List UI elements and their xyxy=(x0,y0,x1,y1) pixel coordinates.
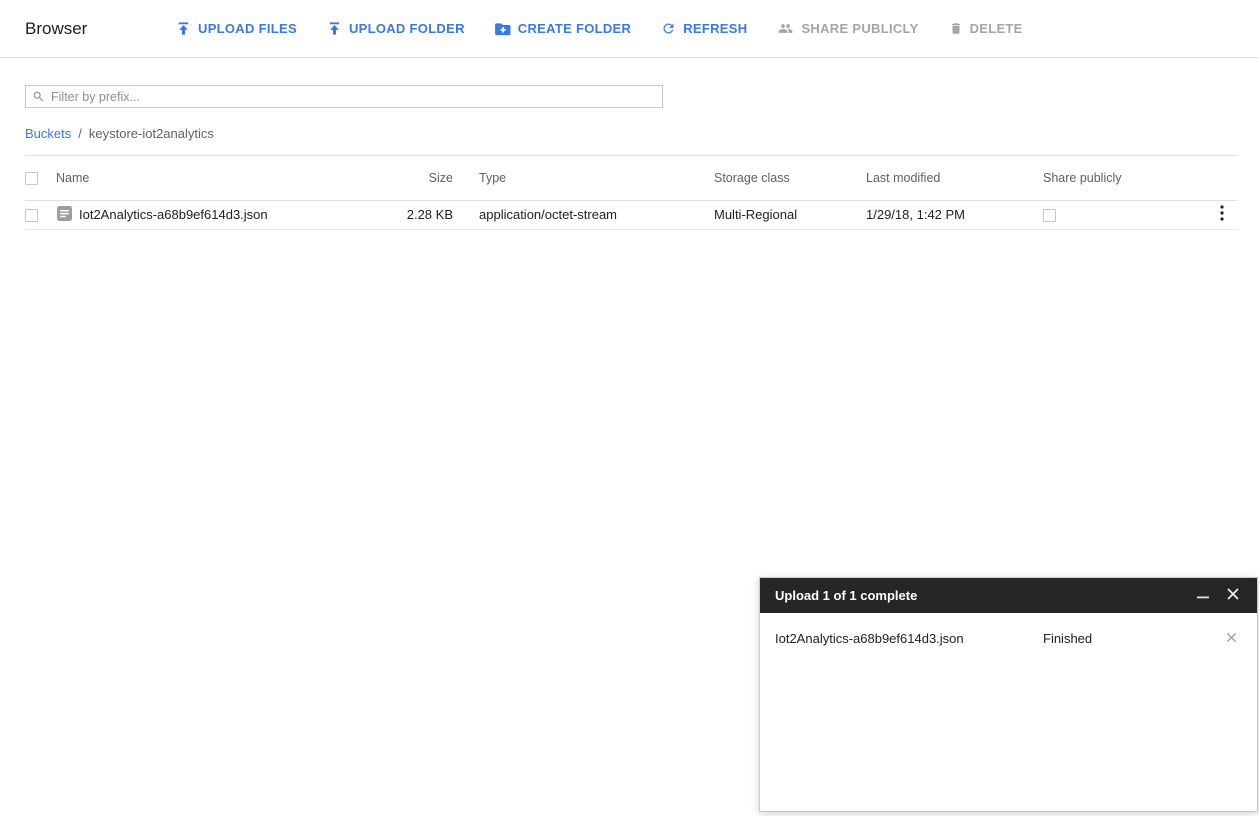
upload-folder-button[interactable]: UPLOAD FOLDER xyxy=(319,15,473,42)
object-type: application/octet-stream xyxy=(453,200,714,230)
close-icon xyxy=(1226,631,1237,646)
trash-icon xyxy=(949,21,963,36)
object-storage-class: Multi-Regional xyxy=(714,200,866,230)
minimize-icon xyxy=(1196,587,1210,604)
breadcrumb-current-bucket: keystore-iot2analytics xyxy=(88,126,214,141)
column-header-last-modified[interactable]: Last modified xyxy=(866,156,1043,201)
people-icon xyxy=(777,21,794,36)
toolbar-buttons: UPLOAD FILES UPLOAD FOLDER CREATE FOLDER… xyxy=(168,15,1045,42)
share-publicly-button[interactable]: SHARE PUBLICLY xyxy=(769,15,926,42)
upload-folder-label: UPLOAD FOLDER xyxy=(348,21,465,36)
filter-box xyxy=(25,85,663,108)
object-last-modified: 1/29/18, 1:42 PM xyxy=(866,200,1043,230)
create-folder-icon xyxy=(494,22,511,36)
table-header-row: Name Size Type Storage class Last modifi… xyxy=(25,156,1237,201)
upload-icon xyxy=(327,21,342,36)
refresh-icon xyxy=(661,21,676,36)
close-dialog-button[interactable] xyxy=(1221,584,1245,608)
refresh-button[interactable]: REFRESH xyxy=(653,15,755,42)
dismiss-upload-item-button[interactable] xyxy=(1219,626,1243,650)
storage-browser-page: Browser UPLOAD FILES UPLOAD FOLDER CREAT… xyxy=(0,0,1259,816)
column-header-type[interactable]: Type xyxy=(453,156,714,201)
row-checkbox[interactable] xyxy=(25,209,38,223)
filter-input[interactable] xyxy=(51,89,656,104)
column-header-storage-class[interactable]: Storage class xyxy=(714,156,866,201)
upload-files-button[interactable]: UPLOAD FILES xyxy=(168,15,305,42)
breadcrumb-buckets-link[interactable]: Buckets xyxy=(25,126,71,141)
share-publicly-label: SHARE PUBLICLY xyxy=(801,21,919,36)
page-title: Browser xyxy=(25,18,88,38)
breadcrumb: Buckets / keystore-iot2analytics xyxy=(25,126,1259,141)
column-header-size[interactable]: Size xyxy=(388,156,453,201)
object-name-link[interactable]: Iot2Analytics-a68b9ef614d3.json xyxy=(79,207,268,222)
column-header-name[interactable]: Name xyxy=(56,156,388,201)
minimize-button[interactable] xyxy=(1191,584,1215,608)
refresh-label: REFRESH xyxy=(683,21,748,36)
objects-table: Name Size Type Storage class Last modifi… xyxy=(25,156,1237,230)
create-folder-label: CREATE FOLDER xyxy=(517,21,632,36)
upload-dialog-title: Upload 1 of 1 complete xyxy=(775,588,918,603)
share-publicly-checkbox[interactable] xyxy=(1043,209,1056,223)
upload-progress-dialog: Upload 1 of 1 complete Iot2Analytics-a68… xyxy=(759,577,1258,812)
search-icon xyxy=(32,90,45,103)
table-row[interactable]: Iot2Analytics-a68b9ef614d3.json 2.28 KB … xyxy=(25,200,1237,230)
main-content: Buckets / keystore-iot2analytics Name Si… xyxy=(0,85,1259,230)
upload-item-name: Iot2Analytics-a68b9ef614d3.json xyxy=(775,630,964,646)
upload-icon xyxy=(176,21,191,36)
upload-files-label: UPLOAD FILES xyxy=(198,21,297,36)
upload-dialog-header[interactable]: Upload 1 of 1 complete xyxy=(760,578,1257,613)
delete-label: DELETE xyxy=(969,21,1023,36)
close-icon xyxy=(1226,587,1240,604)
upload-item-status: Finished xyxy=(1043,630,1093,646)
row-overflow-menu-button[interactable] xyxy=(1210,203,1234,227)
select-all-checkbox[interactable] xyxy=(25,171,38,185)
column-header-share-publicly[interactable]: Share publicly xyxy=(1043,156,1200,201)
delete-button[interactable]: DELETE xyxy=(941,15,1031,42)
object-size: 2.28 KB xyxy=(388,200,453,230)
breadcrumb-separator: / xyxy=(78,126,82,141)
file-icon xyxy=(56,205,73,225)
three-dot-vertical-icon xyxy=(1220,205,1224,224)
top-toolbar: Browser UPLOAD FILES UPLOAD FOLDER CREAT… xyxy=(0,0,1259,58)
upload-item-row: Iot2Analytics-a68b9ef614d3.json Finished xyxy=(760,613,1257,650)
create-folder-button[interactable]: CREATE FOLDER xyxy=(487,15,639,42)
